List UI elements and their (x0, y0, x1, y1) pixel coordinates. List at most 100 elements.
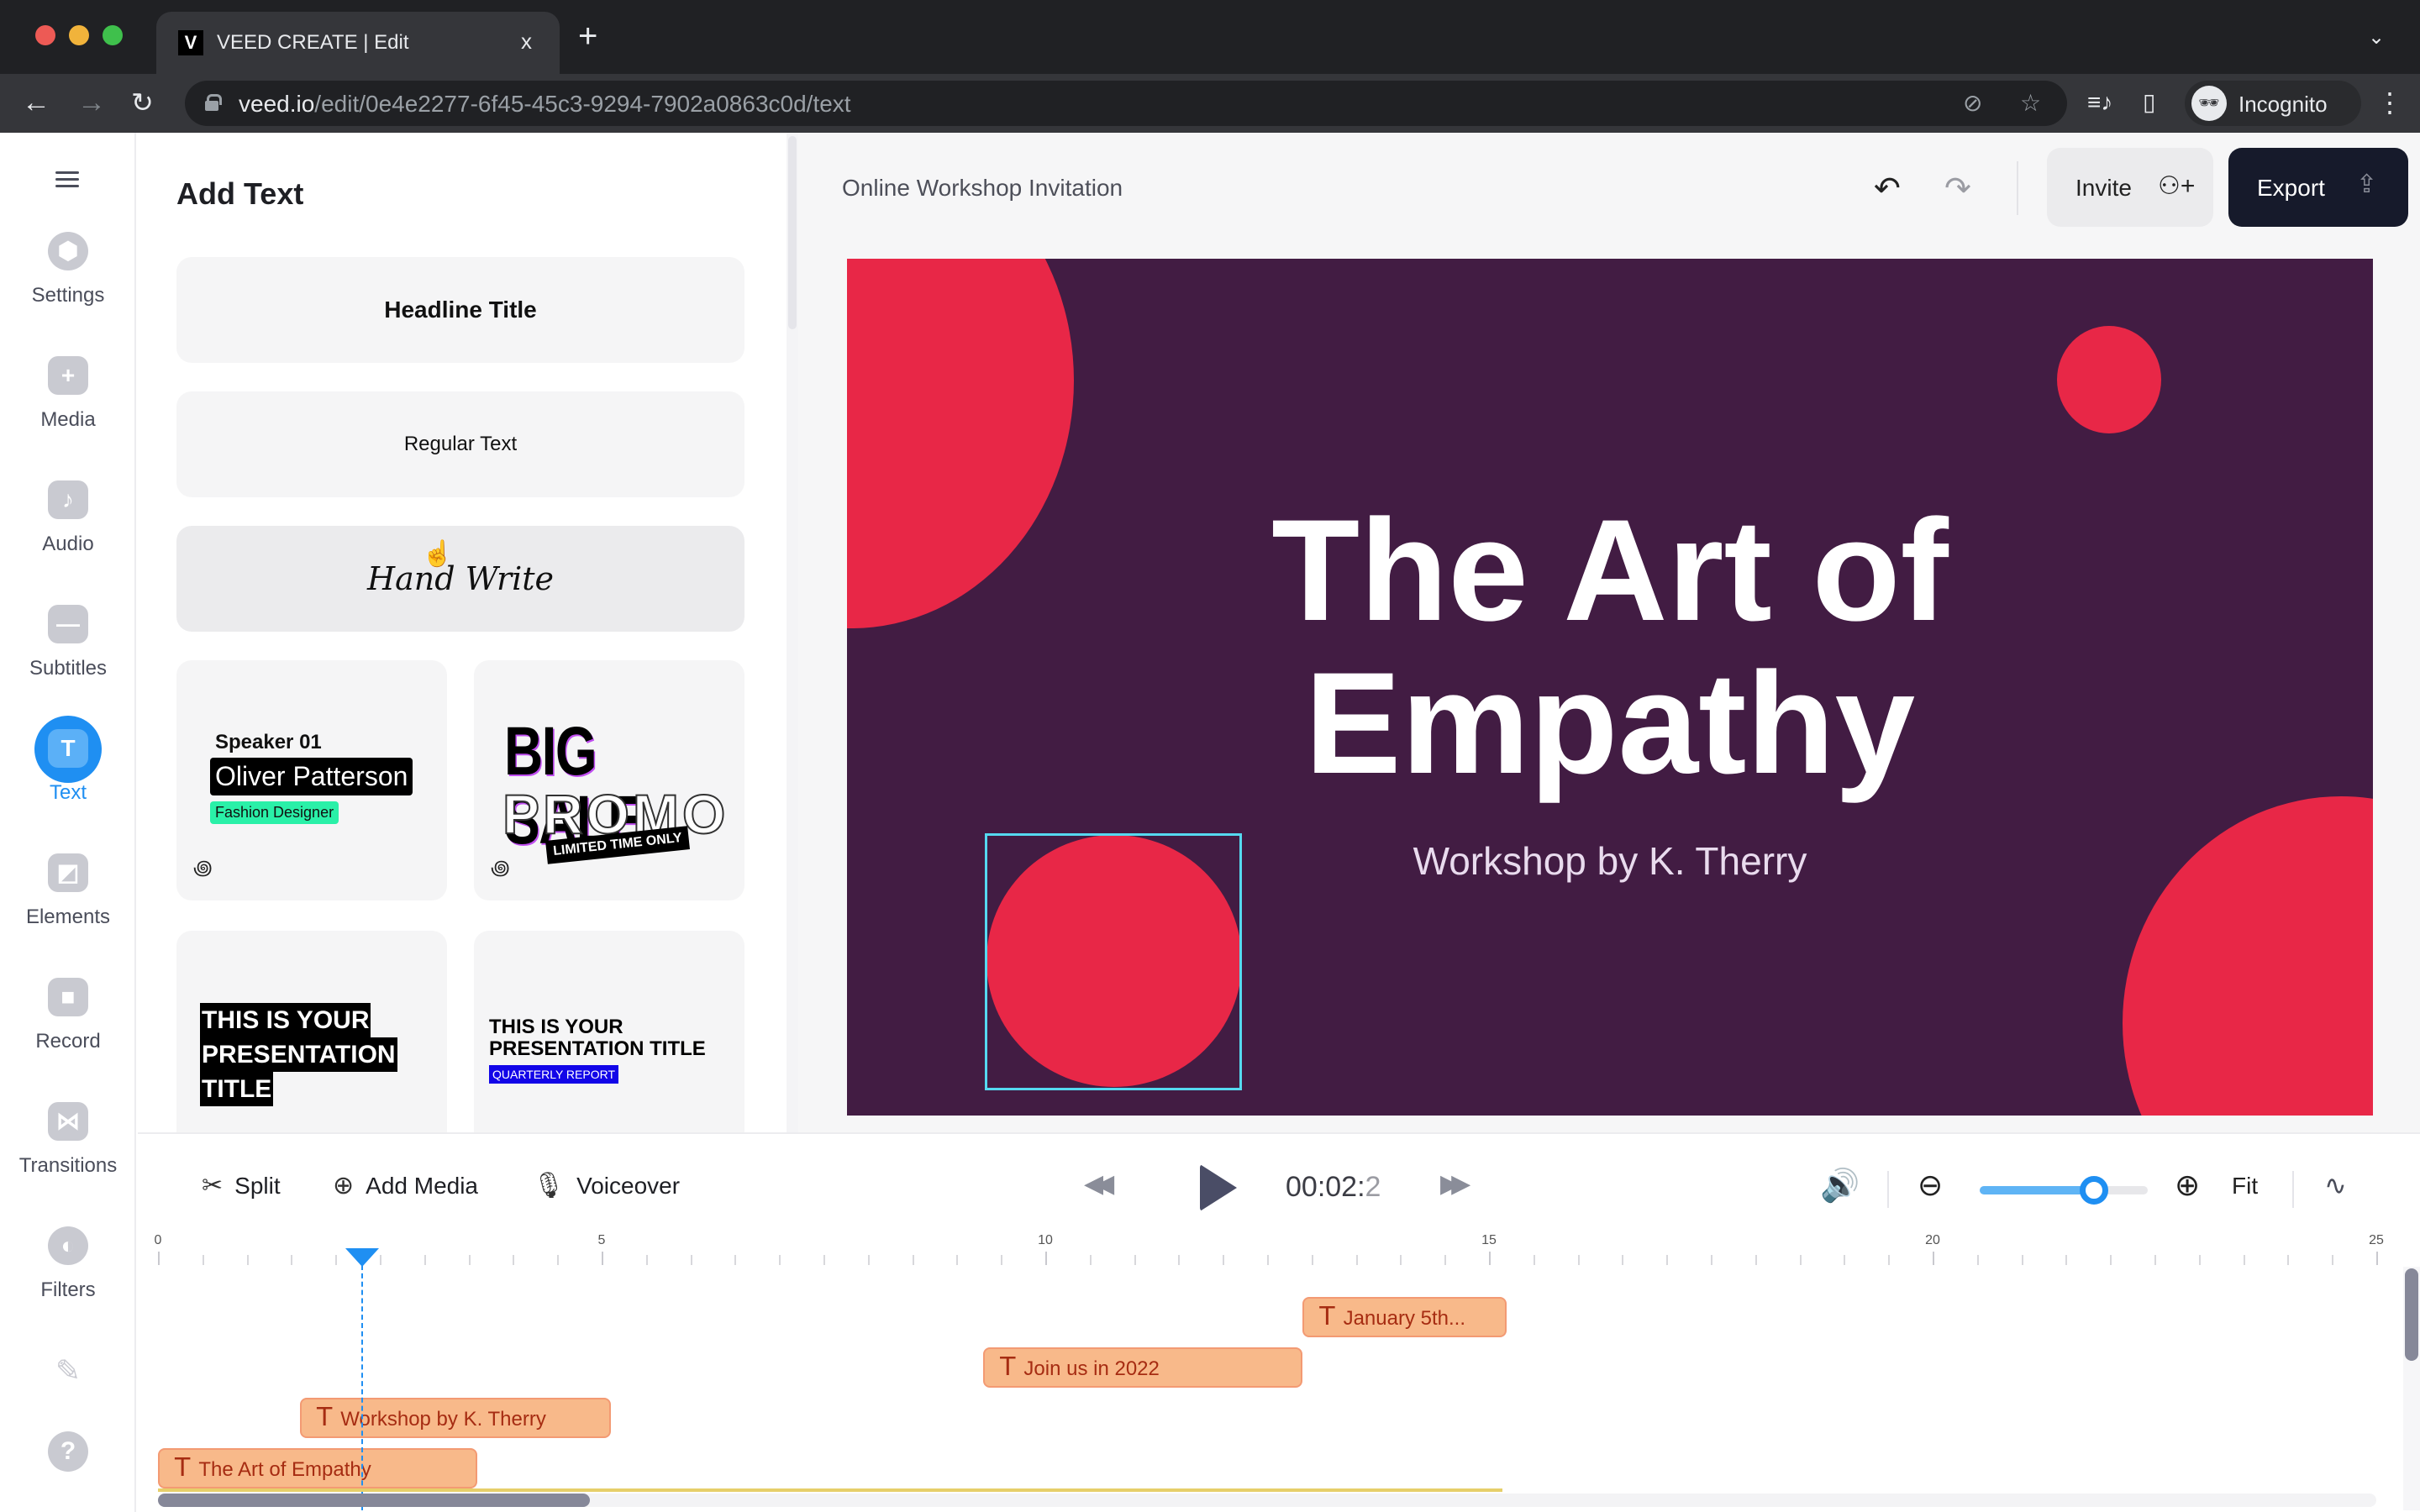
add-media-label: Add Media (366, 1173, 479, 1199)
divider (1887, 1171, 1889, 1208)
play-icon[interactable] (1200, 1164, 1237, 1211)
regular-text-button[interactable]: Regular Text (176, 391, 744, 497)
invite-button[interactable]: Invite ⚇+ (2047, 148, 2213, 227)
timeline-horizontal-scrollbar[interactable] (158, 1494, 2376, 1507)
sidebar-item-media[interactable]: + Media (0, 356, 136, 457)
ruler-tick (1533, 1255, 1535, 1265)
ruler-tick (1888, 1255, 1891, 1265)
lock-icon[interactable] (205, 94, 222, 111)
browser-toolbar: ← → ↻ veed.io/edit/0e4e2277-6f45-45c3-92… (0, 74, 2420, 133)
ruler-tick (1001, 1255, 1003, 1265)
url-host: veed.io (239, 91, 315, 117)
ruler-major-tick (158, 1252, 160, 1265)
timeline-vertical-scroll-thumb[interactable] (2405, 1268, 2418, 1361)
volume-icon[interactable]: 🔊 (1820, 1168, 1860, 1205)
preset-presentation-title-block[interactable]: THIS IS YOUR PRESENTATION TITLE (176, 931, 447, 1132)
sidebar-item-text[interactable]: T Text (0, 716, 136, 830)
canvas-headline[interactable]: The Art of Empathy (847, 494, 2373, 800)
redo-icon[interactable]: ↷ (1944, 170, 1971, 207)
project-title[interactable]: Online Workshop Invitation (842, 175, 1123, 202)
voiceover-button[interactable]: 🎙 Voiceover (533, 1171, 680, 1200)
timeline-text-clip[interactable]: T Workshop by K. Therry (299, 1398, 611, 1438)
timeline-zoom-slider[interactable] (1980, 1176, 2148, 1205)
export-button[interactable]: Export ⇪ (2228, 148, 2408, 227)
fit-button[interactable]: Fit (2232, 1173, 2258, 1200)
window-close-button[interactable] (35, 25, 55, 45)
ruler-label: 10 (1038, 1233, 1053, 1247)
veed-favicon-icon: V (178, 30, 203, 55)
browser-tab[interactable]: V VEED CREATE | Edit x (156, 12, 560, 74)
forward-arrow-icon[interactable]: → (77, 86, 106, 119)
preset-presentation-title-report[interactable]: THIS IS YOUR PRESENTATION TITLE QUARTERL… (474, 931, 744, 1132)
window-minimize-button[interactable] (69, 25, 89, 45)
preset-presentation2-tag: QUARTERLY REPORT (489, 1065, 619, 1084)
media-control-icon[interactable]: ≡♪ (2087, 87, 2112, 118)
incognito-profile-button[interactable]: 🕶 Incognito (2185, 81, 2361, 126)
timecode-fraction: 2 (1365, 1171, 1381, 1203)
ruler-major-tick (1045, 1252, 1047, 1265)
reload-icon[interactable]: ↻ (131, 86, 154, 119)
incognito-label: Incognito (2238, 92, 2328, 117)
add-media-button[interactable]: ⊕ Add Media (333, 1171, 478, 1200)
canvas-subtitle[interactable]: Workshop by K. Therry (847, 838, 2373, 884)
sidebar-item-elements[interactable]: ◩ Elements (0, 853, 136, 954)
browser-menu-icon[interactable]: ⋮ (2376, 87, 2403, 118)
playhead-handle[interactable] (345, 1248, 379, 1267)
ruler-label: 0 (154, 1233, 162, 1247)
address-bar[interactable]: veed.io/edit/0e4e2277-6f45-45c3-9294-790… (185, 81, 2067, 126)
ruler-tick (2065, 1255, 2068, 1265)
decor-circle-top-right[interactable] (2057, 326, 2161, 433)
undo-icon[interactable]: ↶ (1874, 170, 1901, 207)
ruler-tick (2243, 1255, 2245, 1265)
ruler-tick (1711, 1255, 1712, 1265)
sidebar-item-label: Text (49, 781, 87, 804)
zoom-out-icon[interactable]: ⊖ (1918, 1168, 1943, 1203)
rewind-icon[interactable]: ◀◀ (1084, 1169, 1114, 1199)
timeline-text-clip[interactable]: T January 5th... (1302, 1297, 1507, 1337)
sidebar-item-subtitles[interactable]: — Subtitles (0, 605, 136, 706)
preset-presentation1-line2: PRESENTATION (200, 1037, 397, 1072)
ruler-tick (380, 1255, 381, 1265)
help-icon[interactable]: ? (48, 1431, 88, 1472)
timeline-text-clip[interactable]: T The Art of Empathy (158, 1448, 478, 1488)
hamburger-menu-icon[interactable] (55, 171, 79, 188)
sidebar-item-settings[interactable]: ⬢ Settings (0, 232, 136, 333)
sidebar-item-transitions[interactable]: ⋈ Transitions (0, 1102, 136, 1203)
bookmark-star-icon[interactable]: ☆ (2020, 91, 2041, 116)
new-tab-button[interactable]: + (578, 19, 597, 53)
fast-forward-icon[interactable]: ▶▶ (1440, 1169, 1470, 1199)
waveform-icon[interactable]: ∿ (2324, 1169, 2347, 1201)
filter-half-circle-icon: ◐ (48, 1226, 88, 1265)
tab-search-icon[interactable]: ⌄ (2368, 25, 2385, 50)
zoom-slider-thumb[interactable] (2080, 1176, 2108, 1205)
sidebar-item-record[interactable]: ■ Record (0, 978, 136, 1079)
music-note-icon: ♪ (48, 480, 88, 519)
panel-scrollbar-thumb[interactable] (788, 136, 797, 329)
sidebar-item-filters[interactable]: ◐ Filters (0, 1226, 136, 1327)
url-text[interactable]: veed.io/edit/0e4e2277-6f45-45c3-9294-790… (239, 92, 851, 117)
timeline-vertical-scrollbar[interactable] (2403, 1267, 2420, 1510)
ruler-tick (1799, 1255, 1802, 1265)
side-panel-icon[interactable]: ▯ (2143, 87, 2155, 118)
video-canvas[interactable]: The Art of Empathy Workshop by K. Therry (847, 259, 2373, 1116)
ruler-tick (335, 1255, 338, 1265)
timeline-text-clip[interactable]: T Join us in 2022 (983, 1347, 1303, 1388)
split-button[interactable]: ✂ Split (202, 1171, 281, 1200)
window-zoom-button[interactable] (103, 25, 123, 45)
preset-presentation2-line1: THIS IS YOUR (489, 1016, 623, 1038)
hand-write-button[interactable]: Hand Write (176, 526, 744, 632)
pen-icon[interactable]: ✎ (48, 1351, 88, 1391)
timeline-ruler[interactable]: 0 5 10 15 20 25 (154, 1233, 2393, 1270)
timeline-horizontal-scroll-thumb[interactable] (158, 1494, 590, 1507)
tab-close-icon[interactable]: x (521, 29, 532, 54)
panel-scrollbar[interactable] (786, 133, 798, 1132)
text-clip-icon: T (1319, 1302, 1335, 1331)
sidebar-item-audio[interactable]: ♪ Audio (0, 480, 136, 581)
preset-big-sale[interactable]: BIG SALE PROMO LIMITED TIME ONLY ꩜ (474, 660, 744, 900)
back-arrow-icon[interactable]: ← (22, 86, 50, 119)
zoom-in-icon[interactable]: ⊕ (2175, 1168, 2200, 1203)
panel-title: Add Text (176, 176, 304, 211)
preset-speaker-lower-third[interactable]: Speaker 01 Oliver Patterson Fashion Desi… (176, 660, 447, 900)
headline-title-button[interactable]: Headline Title (176, 257, 744, 363)
eye-off-icon[interactable]: ⊘ (1963, 91, 1982, 116)
